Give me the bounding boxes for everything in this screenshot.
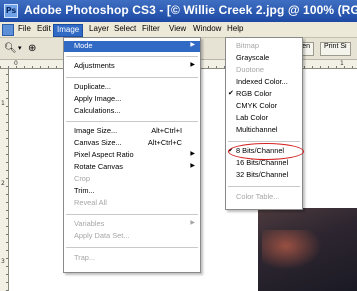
- menu-item-image-size[interactable]: Image Size... Alt+Ctrl+I: [64, 126, 200, 137]
- menu-divider: [228, 141, 300, 142]
- menu-edit[interactable]: Edit: [34, 24, 54, 37]
- menu-item-crop[interactable]: Crop: [64, 174, 200, 185]
- submenu-arrow-icon: ▶: [190, 163, 195, 169]
- menu-item-canvas-size[interactable]: Canvas Size... Alt+Ctrl+C: [64, 138, 200, 149]
- menu-item-grayscale[interactable]: Grayscale: [226, 53, 302, 64]
- ruler-label: 3: [1, 258, 5, 265]
- submenu-arrow-icon: ▶: [190, 42, 195, 48]
- menu-item-cmyk-color[interactable]: CMYK Color: [226, 101, 302, 112]
- menu-window[interactable]: Window: [190, 24, 224, 37]
- submenu-arrow-icon: ▶: [190, 151, 195, 157]
- image-menu: Mode ▶ Adjustments ▶ Duplicate... Apply Im…: [63, 37, 201, 273]
- menu-divider: [66, 214, 198, 215]
- menu-item-trap[interactable]: Trap...: [64, 253, 200, 264]
- submenu-arrow-icon: ▶: [190, 62, 195, 68]
- magnifier-icon[interactable]: 🔍︎: [4, 41, 17, 56]
- menu-item-pixel-aspect-ratio[interactable]: Pixel Aspect Ratio ▶: [64, 150, 200, 161]
- menu-help[interactable]: Help: [224, 24, 246, 37]
- menu-select[interactable]: Select: [111, 24, 139, 37]
- chevron-down-icon[interactable]: ▾: [18, 41, 22, 56]
- title-bar: Ps Adobe Photoshop CS3 - [© Willie Creek…: [0, 0, 357, 22]
- menu-divider: [66, 247, 198, 248]
- menu-item-mode[interactable]: Mode ▶: [64, 41, 200, 52]
- ruler-label: 0: [14, 60, 18, 67]
- menu-filter[interactable]: Filter: [139, 24, 163, 37]
- menu-layer[interactable]: Layer: [86, 24, 112, 37]
- menu-item-trim[interactable]: Trim...: [64, 186, 200, 197]
- menu-divider: [66, 121, 198, 122]
- ruler-label: 2: [1, 180, 5, 187]
- annotation-circle: [228, 143, 304, 160]
- menu-item-32-bits-channel[interactable]: 32 Bits/Channel: [226, 170, 302, 181]
- menu-item-variables[interactable]: Variables ▶: [64, 219, 200, 230]
- photoshop-app-icon[interactable]: Ps: [4, 4, 18, 18]
- menu-item-adjustments[interactable]: Adjustments ▶: [64, 61, 200, 72]
- checkmark-icon: ✔: [228, 90, 234, 97]
- photo-detail: [262, 230, 322, 270]
- menu-item-color-table[interactable]: Color Table...: [226, 192, 302, 203]
- window-title: Adobe Photoshop CS3 - [© Willie Creek 2.…: [24, 3, 357, 17]
- mode-submenu: Bitmap Grayscale Duotone Indexed Color..…: [225, 37, 303, 210]
- ruler-label: 1: [1, 100, 5, 107]
- menu-item-apply-data-set[interactable]: Apply Data Set...: [64, 231, 200, 242]
- menu-file[interactable]: File: [15, 24, 34, 37]
- document-icon[interactable]: [2, 24, 14, 36]
- menu-item-reveal-all[interactable]: Reveal All: [64, 198, 200, 209]
- menu-image[interactable]: Image: [53, 24, 84, 37]
- print-size-button[interactable]: Print Si: [320, 42, 351, 56]
- menu-item-rgb-color[interactable]: ✔ RGB Color: [226, 89, 302, 100]
- menu-divider: [228, 186, 300, 187]
- menu-item-rotate-canvas[interactable]: Rotate Canvas ▶: [64, 162, 200, 173]
- menu-item-multichannel[interactable]: Multichannel: [226, 125, 302, 136]
- menu-item-duplicate[interactable]: Duplicate...: [64, 82, 200, 93]
- menu-item-lab-color[interactable]: Lab Color: [226, 113, 302, 124]
- menu-bar: File Edit Image Layer Select Filter View…: [0, 22, 357, 38]
- zoom-in-icon[interactable]: ⊕: [28, 41, 36, 56]
- submenu-arrow-icon: ▶: [190, 220, 195, 226]
- menu-item-apply-image[interactable]: Apply Image...: [64, 94, 200, 105]
- menu-item-duotone[interactable]: Duotone: [226, 65, 302, 76]
- menu-view[interactable]: View: [166, 24, 189, 37]
- ruler-label: 1: [340, 60, 344, 67]
- menu-item-indexed-color[interactable]: Indexed Color...: [226, 77, 302, 88]
- menu-divider: [66, 56, 198, 57]
- menu-item-calculations[interactable]: Calculations...: [64, 106, 200, 117]
- menu-item-bitmap[interactable]: Bitmap: [226, 41, 302, 52]
- menu-divider: [66, 77, 198, 78]
